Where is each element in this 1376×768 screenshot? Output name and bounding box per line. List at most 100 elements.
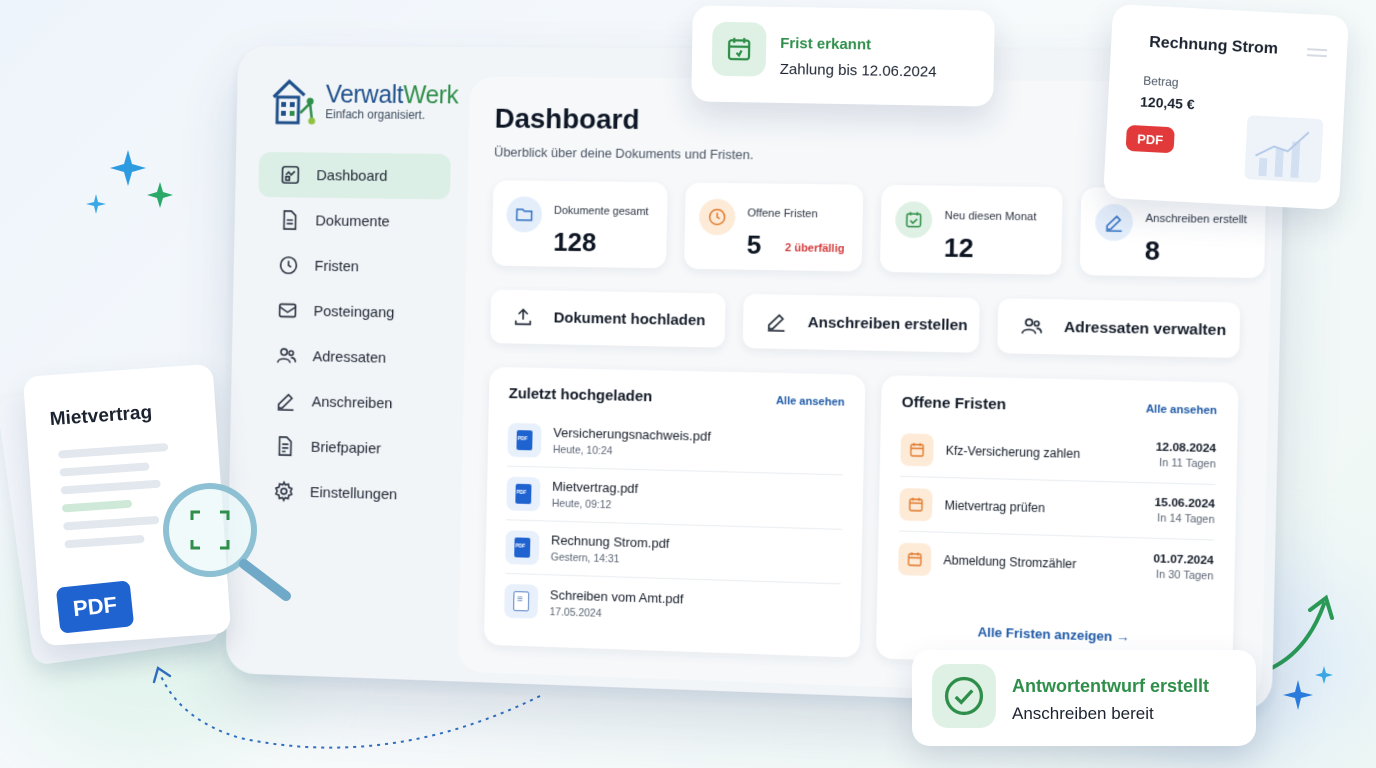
document-icon bbox=[504, 584, 538, 619]
pdf-badge: PDF bbox=[1126, 125, 1175, 153]
contract-title: Mietvertrag bbox=[49, 402, 153, 431]
stat-value: 128 bbox=[553, 227, 597, 259]
sidebar-item-label: Einstellungen bbox=[310, 484, 398, 503]
deadline-detected-toast: Frist erkannt Zahlung bis 12.06.2024 bbox=[691, 5, 995, 106]
invoice-card: Rechnung Strom Betrag 120,45 € PDF bbox=[1103, 4, 1349, 210]
deadline-relative: In 11 Tagen bbox=[1155, 457, 1216, 471]
stat-card-deadlines[interactable]: Offene Fristen 5 2 überfällig bbox=[684, 183, 863, 272]
file-date: Heute, 10:24 bbox=[553, 444, 711, 460]
recent-uploads-panel: Zuletzt hochgeladen Alle ansehen Versich… bbox=[484, 367, 866, 658]
sparkle-icon bbox=[84, 146, 180, 222]
deadline-date: 15.06.2024 bbox=[1154, 497, 1215, 511]
toast-text: Zahlung bis 12.06.2024 bbox=[780, 61, 937, 81]
stat-label: Anschreiben erstellt bbox=[1145, 213, 1247, 227]
stat-value: 5 bbox=[746, 230, 761, 261]
stat-card-documents[interactable]: Dokumente gesamt 128 bbox=[492, 180, 668, 268]
action-label: Anschreiben erstellen bbox=[808, 314, 968, 334]
file-name: Versicherungsnachweis.pdf bbox=[553, 425, 711, 444]
logo-name-part: Werk bbox=[403, 81, 459, 109]
sidebar-nav: Dashboard Dokumente Fristen Posteingang … bbox=[252, 152, 451, 519]
sidebar-item-label: Dashboard bbox=[316, 167, 387, 185]
sidebar-item-dashboard[interactable]: Dashboard bbox=[258, 152, 451, 200]
pdf-icon bbox=[507, 422, 541, 457]
sidebar-item-label: Posteingang bbox=[313, 303, 394, 321]
clock-icon bbox=[278, 254, 300, 276]
sidebar-item-briefpapier[interactable]: Briefpapier bbox=[253, 423, 446, 473]
document-icon bbox=[279, 209, 301, 231]
stat-label: Dokumente gesamt bbox=[554, 205, 649, 218]
chart-icon bbox=[1244, 115, 1323, 183]
all-deadlines-link[interactable]: Alle Fristen anzeigen → bbox=[876, 621, 1233, 648]
view-all-link[interactable]: Alle ansehen bbox=[1146, 403, 1217, 417]
manage-recipients-button[interactable]: Adressaten verwalten bbox=[997, 298, 1240, 358]
deadline-name: Mietvertrag prüfen bbox=[944, 498, 1154, 518]
stat-card-new[interactable]: Neu diesen Monat 12 bbox=[880, 185, 1063, 275]
stat-label: Offene Fristen bbox=[747, 207, 817, 220]
pen-icon bbox=[765, 310, 788, 333]
file-name: Mietvertrag.pdf bbox=[552, 479, 638, 496]
open-deadlines-panel: Offene Fristen Alle ansehen Kfz-Versiche… bbox=[876, 375, 1239, 671]
magnifier-icon bbox=[158, 480, 298, 604]
toast-text: Anschreiben bereit bbox=[1012, 704, 1154, 724]
view-all-link[interactable]: Alle ansehen bbox=[776, 395, 845, 409]
action-label: Adressaten verwalten bbox=[1064, 318, 1227, 338]
deadline-row[interactable]: Kfz-Versicherung zahlen 12.08.2024 In 11 … bbox=[900, 422, 1216, 485]
calendar-icon bbox=[905, 550, 924, 569]
logo-name-part: Verwalt bbox=[325, 80, 403, 108]
deadline-name: Kfz-Versicherung zahlen bbox=[946, 443, 1156, 462]
sidebar-item-label: Anschreiben bbox=[312, 393, 393, 412]
panel-title: Offene Fristen bbox=[902, 394, 1007, 414]
panel-title: Zuletzt hochgeladen bbox=[509, 385, 653, 405]
upload-document-button[interactable]: Dokument hochladen bbox=[490, 289, 725, 347]
draft-created-toast: Antwortentwurf erstellt Anschreiben bere… bbox=[912, 650, 1256, 746]
deadline-row[interactable]: Abmeldung Stromzähler 01.07.2024 In 30 Ta… bbox=[898, 532, 1214, 597]
stat-label: Neu diesen Monat bbox=[944, 210, 1036, 223]
sidebar-item-label: Adressaten bbox=[312, 348, 386, 366]
dashboard-icon bbox=[280, 164, 302, 186]
all-deadlines-label: Alle Fristen anzeigen bbox=[977, 624, 1112, 644]
sidebar-item-dokumente[interactable]: Dokumente bbox=[257, 197, 450, 245]
deadline-row[interactable]: Mietvertrag prüfen 15.06.2024 In 14 Tagen bbox=[899, 477, 1215, 541]
create-letter-button[interactable]: Anschreiben erstellen bbox=[743, 294, 980, 353]
menu-icon bbox=[1307, 48, 1327, 57]
calendar-icon bbox=[907, 495, 926, 514]
pdf-icon bbox=[505, 530, 539, 565]
stat-value: 8 bbox=[1144, 235, 1160, 267]
page-title: Dashboard bbox=[494, 103, 639, 136]
users-icon bbox=[1020, 315, 1043, 338]
file-date: 17.05.2024 bbox=[549, 606, 683, 622]
sidebar-item-label: Fristen bbox=[314, 257, 359, 274]
sidebar-item-posteingang[interactable]: Posteingang bbox=[255, 287, 448, 336]
sidebar-item-label: Briefpapier bbox=[311, 438, 382, 457]
sidebar-item-adressaten[interactable]: Adressaten bbox=[254, 332, 447, 381]
folder-icon bbox=[514, 204, 534, 224]
upload-icon bbox=[512, 306, 534, 328]
calendar-icon bbox=[908, 440, 927, 459]
sidebar-item-anschreiben[interactable]: Anschreiben bbox=[254, 378, 447, 428]
file-row[interactable]: Mietvertrag.pdfHeute, 09:12 bbox=[506, 467, 843, 530]
pen-icon bbox=[275, 390, 297, 412]
page-subtitle: Überblick über deine Dokuments und Frist… bbox=[494, 144, 754, 162]
amount-value: 120,45 € bbox=[1140, 94, 1195, 113]
deadline-name: Abmeldung Stromzähler bbox=[943, 553, 1153, 574]
amount-label: Betrag bbox=[1143, 74, 1179, 90]
pen-icon bbox=[1103, 212, 1124, 233]
deadline-relative: In 30 Tagen bbox=[1153, 568, 1214, 582]
file-name: Schreiben vom Amt.pdf bbox=[550, 587, 684, 606]
file-row[interactable]: Versicherungsnachweis.pdfHeute, 10:24 bbox=[507, 413, 844, 475]
invoice-title: Rechnung Strom bbox=[1149, 34, 1279, 59]
deadline-date: 01.07.2024 bbox=[1153, 553, 1214, 567]
logo-house-icon bbox=[269, 73, 318, 126]
file-date: Gestern, 14:31 bbox=[551, 551, 670, 567]
arrow-right-icon: → bbox=[1116, 629, 1130, 645]
clock-icon bbox=[707, 207, 727, 227]
inbox-icon bbox=[277, 299, 299, 321]
file-row[interactable]: Schreiben vom Amt.pdf17.05.2024 bbox=[504, 574, 841, 639]
calendar-check-icon bbox=[903, 209, 924, 230]
logo-name: VerwaltWerk bbox=[325, 80, 458, 110]
sidebar-item-fristen[interactable]: Fristen bbox=[256, 242, 449, 290]
app-logo[interactable]: VerwaltWerk Einfach organisiert. bbox=[269, 73, 459, 128]
toast-title: Antwortentwurf erstellt bbox=[1012, 676, 1209, 697]
check-circle-icon bbox=[942, 674, 986, 718]
file-name: Rechnung Strom.pdf bbox=[551, 533, 670, 551]
